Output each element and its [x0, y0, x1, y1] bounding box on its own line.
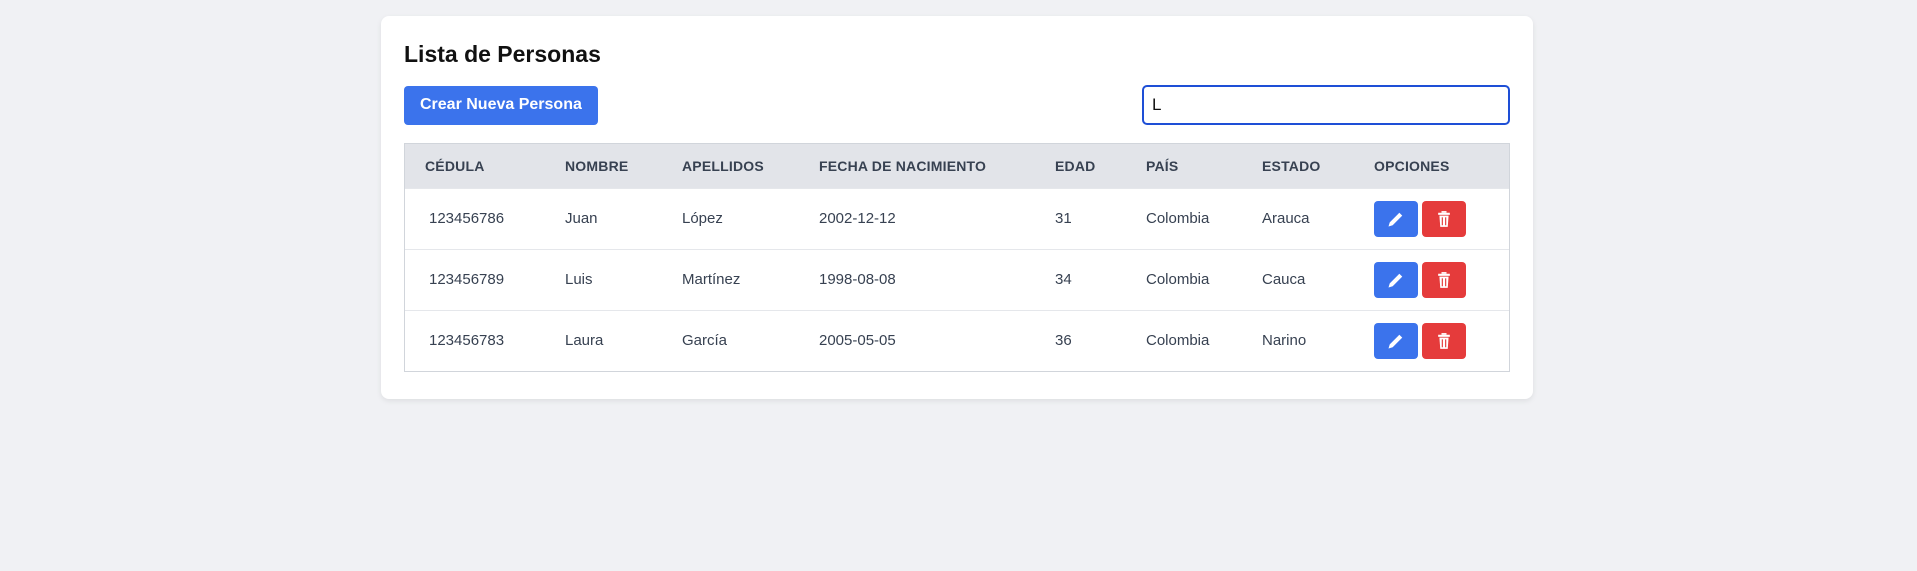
cell-nombre: Luis — [565, 271, 593, 288]
cell-estado: Arauca — [1262, 210, 1310, 227]
table-row: 123456786 Juan López 2002-12-12 31 Colom… — [405, 188, 1509, 249]
page-title: Lista de Personas — [404, 41, 601, 67]
cell-pais: Colombia — [1146, 332, 1210, 350]
cell-opciones — [1354, 188, 1509, 249]
table-row: 123456783 Laura García 2005-05-05 36 Col… — [405, 310, 1509, 371]
column-header-nombre: NOMBRE — [565, 157, 629, 174]
cell-fecha: 2005-05-05 — [819, 332, 896, 350]
cell-estado: Narino — [1262, 332, 1307, 350]
delete-button[interactable] — [1422, 261, 1466, 298]
cell-apellidos: Martínez — [682, 271, 741, 288]
cell-apellidos: García — [682, 332, 728, 350]
cell-cedula: 123456786 — [429, 210, 505, 227]
cell-opciones — [1354, 310, 1509, 371]
column-header-fecha: FECHA DE NACIMIENTO — [819, 157, 987, 174]
search-input[interactable] — [1142, 85, 1510, 125]
edit-button[interactable] — [1374, 261, 1418, 298]
cell-edad: 34 — [1055, 271, 1072, 288]
cell-cedula: 123456783 — [429, 332, 505, 350]
cell-estado: Cauca — [1262, 271, 1306, 288]
edit-button[interactable] — [1374, 322, 1418, 359]
cell-pais: Colombia — [1146, 271, 1210, 288]
trash-icon — [1438, 271, 1450, 288]
column-header-apellidos: APELLIDOS — [682, 157, 764, 174]
create-person-button[interactable]: Crear Nueva Persona — [404, 85, 598, 125]
cell-fecha: 2002-12-12 — [819, 210, 896, 227]
table-row: 123456789 Luis Martínez 1998-08-08 34 Co… — [405, 249, 1509, 310]
edit-button[interactable] — [1374, 200, 1418, 237]
toolbar: Crear Nueva Persona — [404, 85, 1510, 125]
cell-apellidos: López — [682, 210, 723, 227]
trash-icon — [1438, 332, 1450, 349]
column-header-pais: PAÍS — [1146, 157, 1179, 174]
cell-fecha: 1998-08-08 — [819, 271, 896, 288]
column-header-estado: ESTADO — [1262, 157, 1321, 174]
table-header-row: CÉDULA NOMBRE APELLIDOS FECHA DE NACIMIE… — [405, 144, 1509, 188]
cell-cedula: 123456789 — [429, 271, 505, 288]
cell-opciones — [1354, 249, 1509, 310]
trash-icon — [1438, 210, 1450, 227]
pencil-icon — [1388, 334, 1403, 349]
pencil-icon — [1388, 212, 1403, 226]
delete-button[interactable] — [1422, 322, 1466, 359]
persons-table: CÉDULA NOMBRE APELLIDOS FECHA DE NACIMIE… — [404, 143, 1510, 372]
delete-button[interactable] — [1422, 200, 1466, 237]
cell-nombre: Laura — [565, 332, 604, 350]
cell-pais: Colombia — [1146, 210, 1210, 227]
pencil-icon — [1388, 273, 1403, 287]
cell-edad: 36 — [1055, 332, 1072, 350]
persons-card: Lista de Personas Crear Nueva Persona CÉ… — [381, 16, 1533, 399]
column-header-cedula: CÉDULA — [425, 157, 485, 174]
cell-nombre: Juan — [565, 210, 598, 227]
column-header-opciones: OPCIONES — [1374, 157, 1450, 174]
cell-edad: 31 — [1055, 210, 1072, 227]
column-header-edad: EDAD — [1055, 157, 1096, 174]
